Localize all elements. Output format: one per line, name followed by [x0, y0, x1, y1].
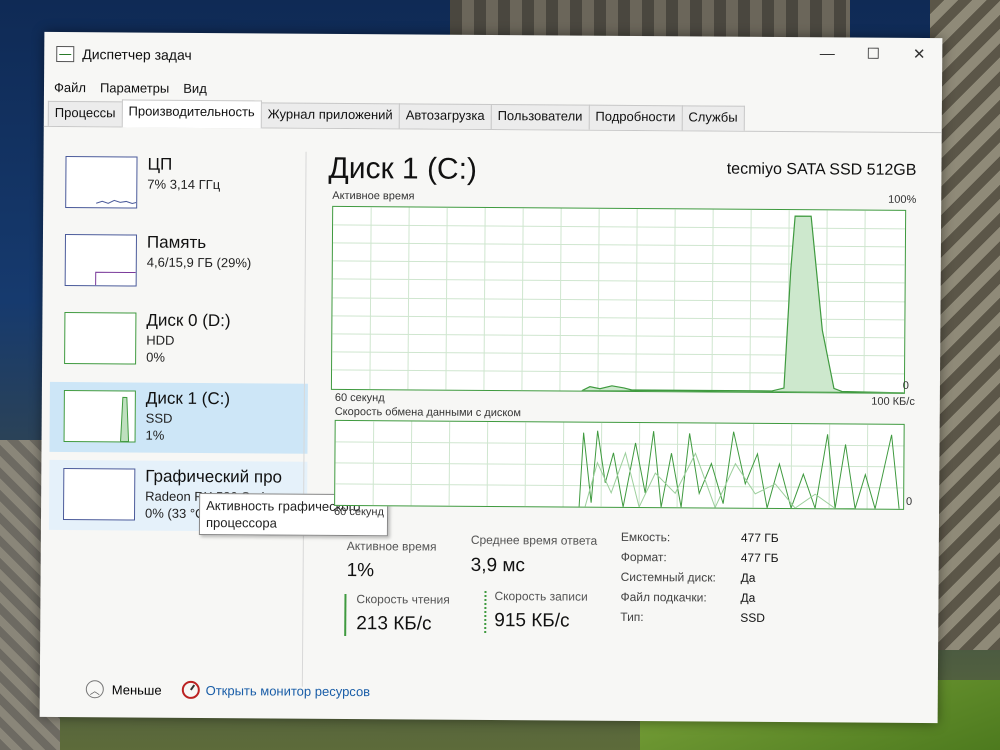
disk-model: tecmiyo SATA SSD 512GB — [726, 160, 917, 179]
menu-view[interactable]: Вид — [183, 80, 207, 95]
property-value: Да — [740, 570, 756, 585]
disk0-thumbnail-graph — [64, 312, 137, 365]
write-speed-value: 915 КБ/с — [494, 610, 570, 632]
sidebar-item-disk-1[interactable]: Диск 1 (C:) SSD 1% — [49, 381, 308, 454]
sidebar-item-label: Диск 1 (C:) — [145, 388, 231, 409]
sidebar-item-detail: SSD — [145, 410, 173, 426]
write-speed-label: Скорость записи — [494, 589, 588, 604]
graph2-label: Скорость обмена данными с диском — [334, 405, 522, 420]
memory-thumbnail-graph — [64, 234, 137, 287]
property-key: Формат: — [620, 549, 667, 565]
sidebar-item-label: Память — [146, 232, 207, 253]
tab-performance[interactable]: Производительность — [121, 99, 262, 129]
graph2-min: 0 — [905, 495, 913, 508]
sidebar-item-label: Диск 0 (D:) — [146, 310, 231, 331]
tab-processes[interactable]: Процессы — [47, 100, 123, 127]
sidebar-item-usage: 0% — [146, 349, 165, 365]
active-time-graph — [330, 205, 907, 394]
open-resource-monitor-link[interactable]: Открыть монитор ресурсов — [206, 683, 371, 699]
property-value: Да — [740, 590, 756, 605]
property-key: Тип: — [620, 609, 644, 625]
read-speed-label: Скорость чтения — [356, 592, 450, 607]
active-time-value: 1% — [346, 559, 375, 582]
avg-response-label: Среднее время ответа — [470, 532, 598, 548]
property-value: SSD — [740, 610, 766, 625]
disk-detail-panel: Диск 1 (C:) tecmiyo SATA SSD 512GB Актив… — [326, 152, 929, 524]
property-value: 477 ГБ — [740, 530, 779, 546]
sidebar-item-detail: 4,6/15,9 ГБ (29%) — [146, 254, 252, 271]
tab-users[interactable]: Пользователи — [490, 103, 590, 130]
sidebar-item-label: Графический про — [145, 466, 283, 487]
sidebar-item-disk-0[interactable]: Диск 0 (D:) HDD 0% — [50, 304, 308, 376]
graph1-duration: 60 секунд — [334, 391, 385, 405]
cpu-thumbnail-graph — [65, 156, 138, 209]
gpu-thumbnail-graph — [62, 468, 136, 521]
read-speed-indicator — [344, 593, 347, 636]
property-key: Системный диск: — [620, 569, 716, 585]
task-manager-app-icon — [56, 45, 75, 63]
sidebar-item-detail: HDD — [146, 332, 175, 348]
disk-stats-panel: Активное время 1% Среднее время ответа 3… — [338, 524, 899, 658]
graph1-max: 100% — [888, 193, 917, 206]
sidebar-item-label: ЦП — [147, 154, 173, 174]
fewer-details-button[interactable]: Меньше — [112, 682, 162, 697]
property-key: Файл подкачки: — [620, 589, 707, 605]
transfer-rate-graph — [334, 419, 905, 510]
memory-mini-chart — [95, 271, 136, 286]
write-speed-indicator — [484, 590, 487, 633]
disk1-mini-chart — [120, 396, 130, 442]
graph2-max: 100 КБ/с — [871, 395, 915, 408]
tab-services[interactable]: Службы — [681, 105, 745, 131]
avg-response-value: 3,9 мс — [470, 554, 526, 577]
sidebar-item-usage: 1% — [145, 427, 165, 443]
task-manager-window: Диспетчер задач — ☐ ✕ Файл Параметры Вид… — [39, 31, 943, 724]
menu-file[interactable]: Файл — [54, 79, 86, 94]
property-key: Емкость: — [620, 529, 671, 545]
cpu-mini-chart — [96, 199, 137, 205]
menu-options[interactable]: Параметры — [100, 80, 169, 95]
window-controls: — ☐ ✕ — [804, 37, 942, 70]
title-bar[interactable]: Диспетчер задач — ☐ ✕ — [44, 32, 942, 82]
tab-app-history[interactable]: Журнал приложений — [260, 102, 400, 129]
graph2-duration: 60 секунд — [334, 505, 384, 519]
sidebar-item-cpu[interactable]: ЦП 7% 3,14 ГГц — [51, 148, 309, 220]
graph1-label: Активное время — [332, 189, 415, 203]
close-button[interactable]: ✕ — [896, 38, 942, 70]
graph1-min: 0 — [902, 379, 909, 392]
maximize-button[interactable]: ☐ — [850, 38, 896, 70]
transfer-rate-chart — [335, 421, 904, 510]
resource-monitor-icon — [181, 680, 200, 699]
window-title: Диспетчер задач — [82, 46, 192, 63]
active-time-label: Активное время — [346, 538, 437, 554]
chevron-up-icon[interactable]: ︿ — [85, 680, 104, 699]
tab-strip: Процессы Производительность Журнал прило… — [43, 99, 942, 134]
active-time-chart — [332, 207, 906, 394]
footer-bar: ︿ Меньше Открыть монитор ресурсов — [85, 680, 371, 700]
read-speed-value: 213 КБ/с — [356, 613, 432, 635]
performance-sidebar: ЦП 7% 3,14 ГГц Память 4,6/15,9 ГБ (29%) … — [48, 148, 310, 532]
minimize-button[interactable]: — — [804, 37, 850, 69]
sidebar-item-memory[interactable]: Память 4,6/15,9 ГБ (29%) — [51, 226, 309, 298]
sidebar-item-detail: 7% 3,14 ГГц — [147, 176, 221, 193]
property-value: 477 ГБ — [740, 550, 779, 566]
tab-startup[interactable]: Автозагрузка — [398, 103, 492, 129]
tab-details[interactable]: Подробности — [588, 104, 683, 131]
disk1-thumbnail-graph — [63, 390, 136, 443]
